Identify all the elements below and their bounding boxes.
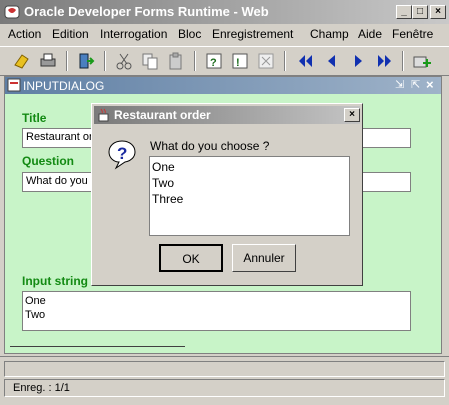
inner-window-title: INPUTDIALOG <box>23 79 105 93</box>
cancel-button[interactable]: Annuler <box>232 244 296 272</box>
svg-text:?: ? <box>117 144 127 163</box>
restore-icon[interactable]: ⇱ <box>411 78 420 91</box>
dialog-question-text: What do you choose ? <box>150 139 270 153</box>
dialog-options-list[interactable]: One Two Three <box>149 156 350 236</box>
oracle-app-icon <box>4 5 20 19</box>
menu-champ[interactable]: Champ <box>310 27 349 41</box>
close-icon[interactable]: × <box>426 77 434 92</box>
message-line <box>4 361 445 377</box>
restaurant-order-dialog: Restaurant order × ? What do you choose … <box>91 103 363 286</box>
menu-action[interactable]: Action <box>8 27 41 41</box>
java-cup-icon <box>98 108 109 122</box>
print-icon[interactable] <box>38 51 58 71</box>
execute-query-icon[interactable]: ! <box>230 51 250 71</box>
toolbar-separator <box>104 51 106 71</box>
menu-bar: Action Edition Interrogation Bloc Enregi… <box>0 25 449 44</box>
copy-icon[interactable] <box>140 51 160 71</box>
minimize-button[interactable]: _ <box>396 5 412 19</box>
app-title-bar: Oracle Developer Forms Runtime - Web _ □… <box>0 0 449 24</box>
title-label: Title <box>22 111 47 125</box>
toolbar-separator <box>194 51 196 71</box>
exit-icon[interactable] <box>76 51 96 71</box>
toolbar-separator <box>402 51 404 71</box>
menu-bloc[interactable]: Bloc <box>178 27 201 41</box>
dialog-title: Restaurant order <box>114 108 211 122</box>
svg-text:?: ? <box>210 57 217 69</box>
status-bar: Enreg. : 1/1 <box>0 356 449 405</box>
question-field-value: What do you <box>26 175 88 187</box>
dialog-close-button[interactable]: × <box>344 108 360 122</box>
close-button[interactable]: × <box>430 5 446 19</box>
inner-window-title-bar: INPUTDIALOG ⇲ ⇱ × <box>5 77 441 94</box>
svg-text:!: ! <box>236 57 240 69</box>
status-line: Enreg. : 1/1 <box>4 379 445 397</box>
menu-aide[interactable]: Aide <box>358 27 382 41</box>
title-field-value: Restaurant or <box>26 131 93 143</box>
cut-icon[interactable] <box>114 51 134 71</box>
cancel-query-icon[interactable] <box>256 51 276 71</box>
toolbar: ? ! <box>0 46 449 76</box>
previous-record-icon[interactable] <box>322 51 342 71</box>
insert-record-icon[interactable] <box>412 51 432 71</box>
question-label: Question <box>22 154 75 168</box>
menu-fenetre[interactable]: Fenêtre <box>392 27 433 41</box>
option-item[interactable]: Two <box>152 175 347 191</box>
option-item[interactable]: Three <box>152 191 347 207</box>
ok-button[interactable]: OK <box>159 244 223 272</box>
menu-interrogation[interactable]: Interrogation <box>100 27 167 41</box>
save-icon[interactable] <box>12 51 32 71</box>
maximize-button[interactable]: □ <box>412 5 428 19</box>
toolbar-separator <box>66 51 68 71</box>
form-icon <box>7 78 21 92</box>
last-record-icon[interactable] <box>374 51 394 71</box>
next-record-icon[interactable] <box>348 51 368 71</box>
option-item[interactable]: One <box>152 159 347 175</box>
input-string-field[interactable]: One Two <box>22 291 411 331</box>
minimize-icon[interactable]: ⇲ <box>395 78 404 91</box>
menu-edition[interactable]: Edition <box>52 27 89 41</box>
divider <box>10 346 185 347</box>
enter-query-icon[interactable]: ? <box>204 51 224 71</box>
app-title: Oracle Developer Forms Runtime - Web <box>24 4 269 19</box>
question-icon: ? <box>108 140 136 170</box>
paste-icon[interactable] <box>166 51 186 71</box>
first-record-icon[interactable] <box>296 51 316 71</box>
record-indicator: Enreg. : 1/1 <box>13 382 70 394</box>
menu-enregistrement[interactable]: Enregistrement <box>212 27 293 41</box>
dialog-title-bar: Restaurant order × <box>94 106 360 124</box>
input-line: Two <box>25 309 46 321</box>
input-line: One <box>25 295 46 307</box>
toolbar-separator <box>284 51 286 71</box>
input-string-label: Input string <box>22 274 88 288</box>
